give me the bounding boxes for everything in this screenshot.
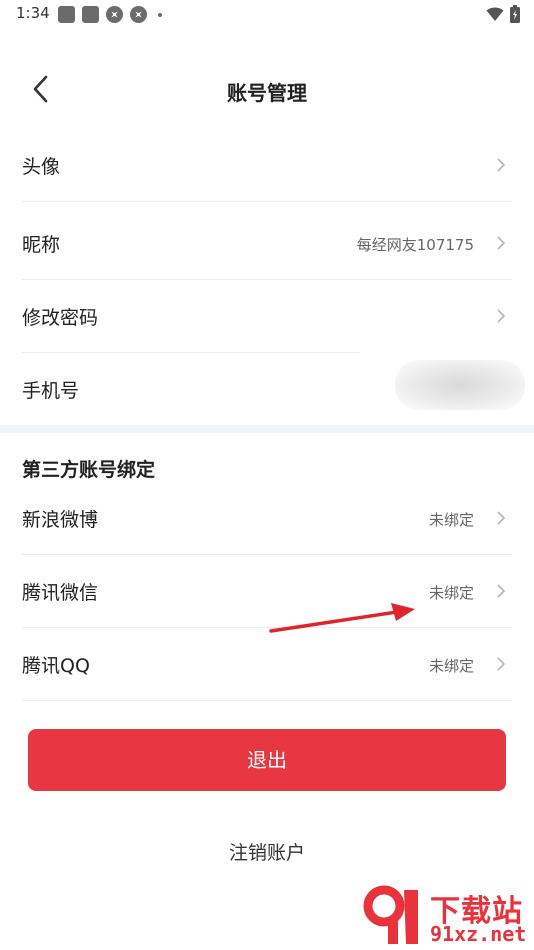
watermark: 下载站 91xz.net [360,884,530,948]
binding-status: 未绑定 [428,511,474,529]
watermark-url: 91xz.net [430,922,527,946]
row-label: 昵称 [22,234,61,256]
annotation-arrow-icon [269,603,415,633]
status-notification-icons [58,6,162,23]
wifi-icon [486,7,504,21]
row-label: 腾讯QQ [22,655,90,677]
row-label: 腾讯微信 [22,582,99,604]
cancel-account-link[interactable]: 注销账户 [0,838,534,865]
row-change-password[interactable]: 修改密码 [22,281,360,353]
row-weibo[interactable]: 新浪微博 未绑定 [22,483,512,555]
watermark-logo-icon [363,885,418,944]
blurred-phone-value [395,360,525,410]
row-nickname[interactable]: 昵称 每经网友107175 [22,208,512,280]
chevron-right-icon [497,584,506,598]
row-label: 手机号 [22,380,80,402]
page-title: 账号管理 [227,81,307,105]
more-dot-icon [158,12,162,17]
logout-button[interactable]: 退出 [28,729,506,791]
notification-square-icon [82,6,99,23]
battery-icon [510,5,520,23]
chevron-right-icon [497,309,506,323]
row-qq[interactable]: 腾讯QQ 未绑定 [22,629,512,701]
row-avatar[interactable]: 头像 [22,130,512,202]
chevron-right-icon [497,236,506,250]
chevron-right-icon [497,158,506,172]
section-title-third-party: 第三方账号绑定 [22,459,156,481]
notification-square-icon [58,6,75,23]
section-divider [0,425,534,433]
binding-status: 未绑定 [428,584,474,602]
status-bar: 1:34 [0,0,534,30]
chevron-right-icon [497,657,506,671]
aperture-icon [130,6,147,23]
chevron-right-icon [497,511,506,525]
row-label: 修改密码 [22,307,99,329]
status-time: 1:34 [16,4,50,22]
row-label: 新浪微博 [22,509,99,531]
binding-status: 未绑定 [428,657,474,675]
row-label: 头像 [22,156,61,178]
header: 账号管理 [0,55,534,125]
status-system-icons [486,5,520,23]
nickname-value: 每经网友107175 [356,236,474,254]
aperture-icon [106,6,123,23]
